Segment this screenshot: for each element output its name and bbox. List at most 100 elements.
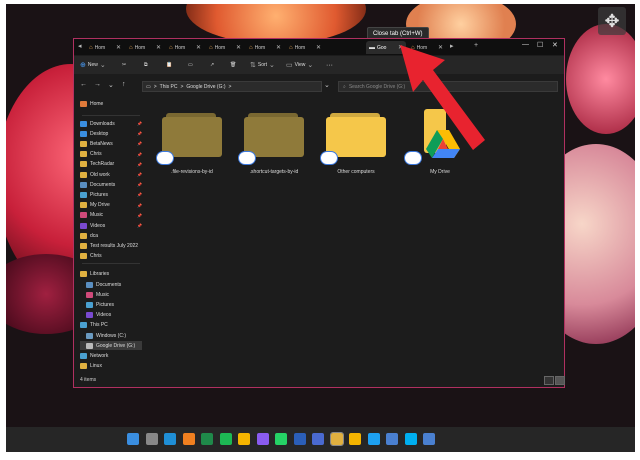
photos-icon[interactable] [423,433,435,445]
close-tab-icon[interactable]: ✕ [116,44,121,51]
sidebar-item-quick[interactable]: Desktop 📌 [80,129,142,138]
folder-item[interactable]: .file-revisions-by-id [156,105,228,183]
sidebar-item-quick[interactable]: Documents 📌 [80,180,142,189]
tiles-view-button[interactable] [555,376,565,385]
move-icon[interactable]: ✥ [598,7,626,35]
tab-6[interactable]: ⌂ Hom ✕ [286,41,324,54]
copy-icon[interactable]: ⧉ [144,60,148,70]
tab-3[interactable]: ⌂ Hom ✕ [166,41,204,54]
address-dropdown-icon[interactable]: ⌄ [324,81,330,89]
sidebar-item-linux[interactable]: Linux [80,362,142,371]
sidebar-item-quick-icon [80,222,87,229]
sidebar-item-quick[interactable]: Pictures 📌 [80,190,142,199]
chrome-icon[interactable] [349,433,361,445]
sidebar-item-label: Home [90,100,104,107]
sidebar-item-library[interactable]: Documents [80,280,142,289]
sidebar-item-library-icon [86,301,93,308]
cut-icon[interactable]: ✂ [122,60,126,70]
close-tab-icon[interactable]: ✕ [398,44,403,51]
address-bar[interactable]: ▭ > This PC > Google Drive (G:) > [142,81,322,92]
sidebar-item-quick[interactable]: Test results July 2022 [80,241,142,250]
close-tab-icon[interactable]: ✕ [196,44,201,51]
sidebar-item-network[interactable]: Network [80,351,142,360]
edge-icon[interactable] [164,433,176,445]
tab-1[interactable]: ⌂ Hom ✕ [86,41,124,54]
explorer-icon[interactable] [329,432,344,446]
sidebar-item-quick[interactable]: Videos 📌 [80,221,142,230]
sidebar-item-quick[interactable]: My Drive 📌 [80,201,142,210]
sidebar-item-library[interactable]: Videos [80,311,142,320]
close-tab-icon[interactable]: ✕ [236,44,241,51]
close-window-icon[interactable]: ✕ [552,41,558,49]
sidebar-item-quick-icon [80,130,87,137]
windows-icon[interactable] [127,433,139,445]
share-icon[interactable]: ↗ [210,60,214,70]
home-icon: ⌂ [209,44,213,51]
sidebar-item-drive[interactable]: Windows (C:) [80,331,142,340]
details-view-button[interactable] [544,376,554,385]
chrome-icon[interactable] [238,433,250,445]
spotify-icon[interactable] [219,433,232,445]
tab-5[interactable]: ⌂ Hom ✕ [246,41,284,54]
store-icon[interactable] [312,433,324,445]
more-options-button[interactable]: ··· [326,60,333,70]
sidebar-item-quick[interactable]: BetaNews 📌 [80,139,142,148]
address-part[interactable]: This PC [160,84,178,90]
excel-icon[interactable] [201,433,213,445]
sidebar-item-library[interactable]: Pictures [80,300,142,309]
sidebar-item-this-pc[interactable]: This PC [80,321,142,330]
folder-item[interactable]: .shortcut-targets-by-id [238,105,310,183]
sidebar-item-quick[interactable]: Old work 📌 [80,170,142,179]
messenger-icon[interactable] [256,433,269,445]
close-tab-icon[interactable]: ✕ [438,44,443,51]
up-icon[interactable]: ↑ [122,81,126,88]
new-button[interactable]: ⊕ New ⌄ [80,60,106,70]
view-button[interactable]: ▭ View ⌄ [286,60,313,70]
minimize-icon[interactable]: — [522,41,529,48]
sidebar-item-quick[interactable]: Chris [80,252,142,261]
delete-icon[interactable]: 🗑 [230,60,236,70]
vlc-icon[interactable] [182,433,195,445]
close-tab-icon[interactable]: ✕ [276,44,281,51]
sidebar-item-quick[interactable]: TechRadar 📌 [80,160,142,169]
address-part[interactable]: Google Drive (G:) [186,84,225,90]
sidebar-item-libraries[interactable]: Libraries [80,270,142,279]
back-icon[interactable]: ← [80,81,87,88]
paste-icon[interactable]: 📋 [166,60,172,70]
chevron-down-icon: ⌄ [99,62,106,69]
forward-icon[interactable]: → [94,81,101,88]
sidebar-item-quick[interactable]: dca [80,231,142,240]
twitter-icon[interactable] [367,433,380,445]
close-tab-icon[interactable]: ✕ [156,44,161,51]
tab-2[interactable]: ⌂ Hom ✕ [126,41,164,54]
scroll-right-icon[interactable]: ▸ [450,42,454,50]
new-tab-button[interactable]: + [474,42,478,49]
recent-icon[interactable]: ⌄ [108,81,114,89]
close-tab-icon[interactable]: ✕ [316,44,321,51]
search-input[interactable]: ⌕ Search Google Drive (G:) [338,81,558,92]
sidebar-item-quick[interactable]: Chris 📌 [80,150,142,159]
folder-item[interactable]: Other computers [320,105,392,183]
pin-icon: 📌 [137,182,142,188]
tab-7[interactable]: ▬ Goo ✕ [366,41,406,54]
sidebar-item-home[interactable]: Home [80,99,142,108]
scroll-left-icon[interactable]: ◂ [78,42,82,50]
settings-icon[interactable] [145,433,158,445]
skype-icon[interactable] [404,433,417,445]
sidebar-item-quick[interactable]: Downloads 📌 [80,119,142,128]
sidebar-item-quick-icon [80,171,87,178]
sidebar-item-library[interactable]: Music [80,290,142,299]
word-icon[interactable] [293,433,306,445]
home-icon: ⌂ [129,44,133,51]
tab-8[interactable]: ⌂ Hom ✕ [408,41,446,54]
whatsapp-icon[interactable] [275,433,287,445]
sort-button[interactable]: ⇅ Sort ⌄ [250,60,275,70]
files-icon[interactable] [386,433,398,445]
sidebar-item-drive[interactable]: Google Drive (G:) [80,341,142,351]
sidebar-item-quick[interactable]: Music 📌 [80,211,142,220]
folder-item[interactable]: My Drive [404,105,476,183]
maximize-icon[interactable]: ☐ [537,41,543,49]
sidebar-item-label: dca [90,232,99,239]
tab-4[interactable]: ⌂ Hom ✕ [206,41,244,54]
rename-icon[interactable]: ▭ [188,60,193,70]
